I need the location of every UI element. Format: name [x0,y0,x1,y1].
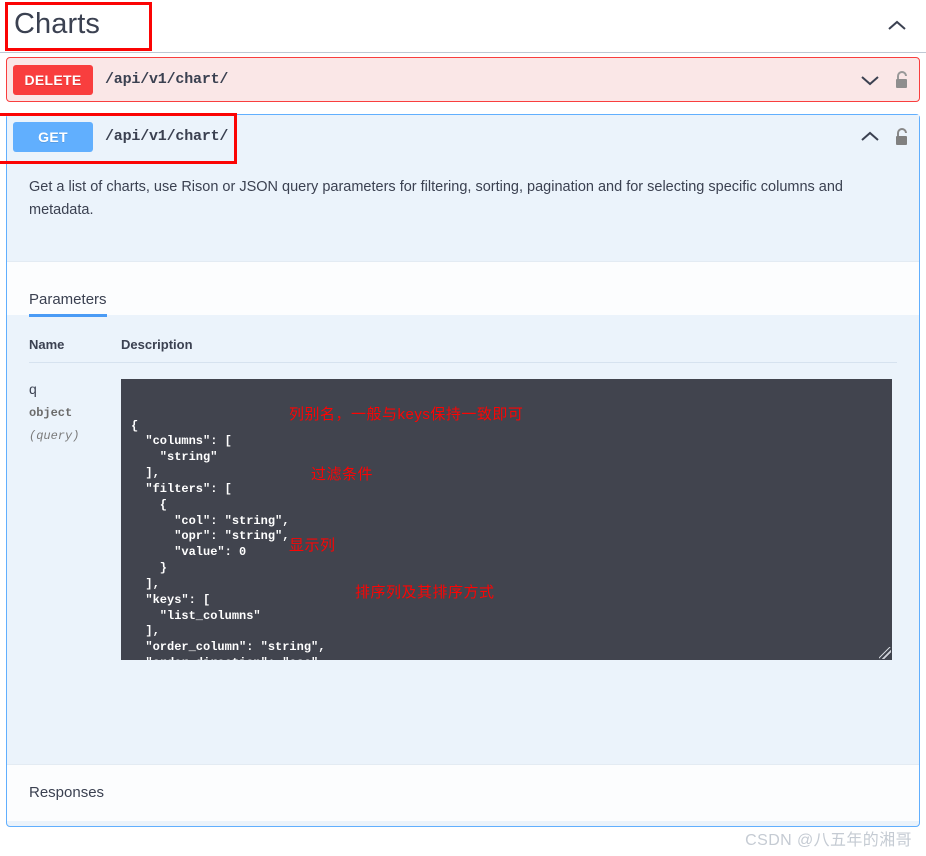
tag-header-charts[interactable]: Charts [0,0,926,53]
column-header-name: Name [29,336,65,352]
parameters-bottom-spacer [29,660,897,764]
operation-path-delete: /api/v1/chart/ [105,71,229,88]
parameter-location: (query) [29,428,80,443]
chevron-down-icon[interactable] [859,73,881,87]
column-header-description: Description [121,336,193,352]
annotation-order-column: 排序列及其排序方式 [355,583,495,601]
watermark: CSDN @八五年的湘哥 [745,832,912,849]
chevron-up-icon[interactable] [859,130,881,144]
parameters-table-header: Name Description [29,337,897,363]
tab-parameters[interactable]: Parameters [29,291,107,317]
unlocked-padlock-icon[interactable] [893,70,911,90]
operation-summary-get[interactable]: GET /api/v1/chart/ [7,115,919,158]
chevron-up-icon[interactable] [886,19,908,33]
http-method-badge-delete: DELETE [13,64,93,95]
textarea-resize-handle[interactable] [879,646,891,659]
operation-summary-delete[interactable]: DELETE /api/v1/chart/ [7,58,919,101]
parameter-schema-json: { "columns": [ "string" ], "filters": [ … [131,418,326,660]
annotation-filters: 过滤条件 [311,465,374,483]
http-method-badge-get: GET [13,121,93,152]
swagger-ui-page: Charts DELETE /api/v1/chart/ GET /api/v1… [0,0,926,856]
operation-body-get: Get a list of charts, use Rison or JSON … [7,158,919,821]
operation-path-get: /api/v1/chart/ [105,128,229,145]
operation-description: Get a list of charts, use Rison or JSON … [29,179,843,219]
parameter-name-cell: q object (query) [29,379,121,660]
page-title: Charts [14,8,101,40]
parameter-type: object [29,405,73,420]
unlocked-padlock-icon[interactable] [893,127,911,147]
annotation-columns: 列别名，一般与keys保持一致即可 [289,405,524,423]
table-row: q object (query) { "columns": [ "string"… [29,363,897,660]
operation-get-chart[interactable]: GET /api/v1/chart/ Get a list of charts,… [6,114,920,827]
parameters-section: Name Description q object (query) { "col… [7,314,919,764]
responses-section: Responses [7,763,919,821]
annotation-keys: 显示列 [289,536,336,554]
responses-label: Responses [29,784,105,802]
operation-delete-chart[interactable]: DELETE /api/v1/chart/ [6,57,920,102]
operation-tabs: Parameters [7,260,919,317]
parameter-name: q [29,380,37,397]
